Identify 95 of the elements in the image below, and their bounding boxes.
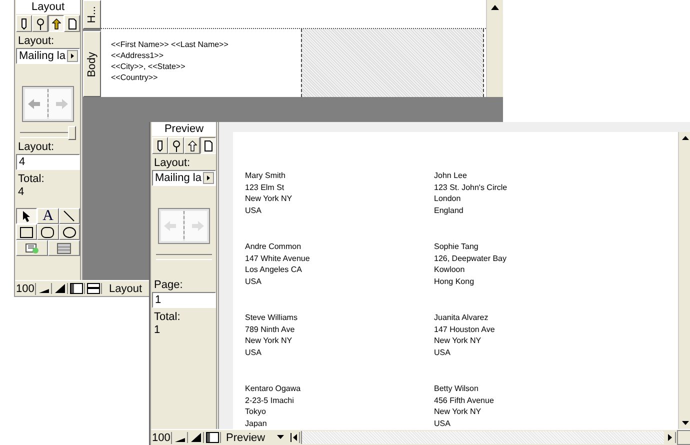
label-line: 123 St. John's Circle xyxy=(434,182,508,193)
scroll-up-icon[interactable] xyxy=(682,136,688,140)
label-line: New York NY xyxy=(245,193,292,204)
rounded-rectangle-icon xyxy=(41,226,54,238)
zoom-out-icon[interactable] xyxy=(173,432,188,443)
caret-icon xyxy=(67,50,78,62)
zoom-level[interactable]: 100 xyxy=(151,432,172,444)
label-line: New York NY xyxy=(434,406,482,418)
label-line: Los Angeles CA xyxy=(245,264,302,276)
layout-label: Layout: xyxy=(154,158,192,169)
label-line: Andre Common xyxy=(245,241,302,252)
merge-field[interactable]: <<Country>> xyxy=(111,72,158,83)
label-line: Kentaro Ogawa xyxy=(245,383,301,394)
horizontal-scrollbar[interactable] xyxy=(301,431,664,444)
total-label: Total: xyxy=(154,312,182,323)
page-icon xyxy=(204,140,212,152)
total-count: 4 xyxy=(18,186,26,198)
book-icon xyxy=(158,208,210,244)
tool-button[interactable] xyxy=(16,208,38,224)
rectangle-icon xyxy=(20,226,34,238)
layout-menu[interactable]: Mailing la xyxy=(16,48,80,64)
label-line: USA xyxy=(434,418,450,429)
scroll-down-icon[interactable] xyxy=(682,421,688,425)
mode-button[interactable] xyxy=(48,15,64,32)
record-label: Layout: xyxy=(18,142,56,153)
total-count: 1 xyxy=(154,324,162,336)
label-line: Kowloon xyxy=(434,264,465,276)
merge-field[interactable]: <<Address1>> xyxy=(111,50,164,61)
merge-field[interactable]: <<First Name>> <<Last Name>> xyxy=(111,39,228,50)
mode-label: Layout xyxy=(108,282,142,294)
label-line: New York NY xyxy=(434,335,482,346)
label-line: Japan xyxy=(245,418,267,429)
label-line: 126, Deepwater Bay xyxy=(434,252,506,264)
label-line: Mary Smith xyxy=(245,170,286,182)
status-toggle-icon[interactable] xyxy=(69,283,85,294)
vertical-scrollbar[interactable] xyxy=(486,0,503,97)
label-line: Hong Kong xyxy=(434,276,474,287)
label-line: England xyxy=(434,204,464,216)
label-line: John Lee xyxy=(434,170,467,182)
zoom-out-icon[interactable] xyxy=(37,283,52,294)
oval-icon xyxy=(62,226,76,238)
label-line: New York NY xyxy=(245,335,292,346)
label-line: USA xyxy=(245,276,262,287)
mode-title: Preview xyxy=(152,122,216,136)
status-toggle-icon[interactable] xyxy=(205,432,221,443)
label-line: USA xyxy=(245,204,262,216)
label-line: Tokyo xyxy=(245,406,266,418)
line-icon xyxy=(63,210,76,222)
label-line: Betty Wilson xyxy=(434,383,478,394)
label-line: 789 Ninth Ave xyxy=(245,324,295,335)
scroll-right-icon[interactable] xyxy=(665,432,676,443)
label-line: USA xyxy=(245,346,262,358)
label-line: 147 White Avenue xyxy=(245,252,310,264)
part-label[interactable]: H... xyxy=(83,0,101,30)
scroll-left-icon[interactable] xyxy=(289,432,300,443)
part-label[interactable]: Body xyxy=(83,31,101,97)
page-label: Page: xyxy=(154,280,184,291)
pointer-icon xyxy=(22,210,32,222)
pencil-icon xyxy=(156,140,164,152)
zoom-in-icon[interactable] xyxy=(189,432,204,443)
mode-title: Layout xyxy=(16,0,80,14)
zoom-in-icon[interactable] xyxy=(53,283,68,294)
up-arrow-icon xyxy=(52,18,60,30)
label-line: 2-23-5 Imachi xyxy=(245,394,294,406)
scroll-up-icon[interactable] xyxy=(491,5,499,10)
total-label: Total: xyxy=(18,174,46,185)
label-line: 456 Fifth Avenue xyxy=(434,394,494,406)
up-arrow-icon xyxy=(188,140,196,152)
page-field[interactable]: 1 xyxy=(152,292,216,308)
label-line: London xyxy=(434,193,461,204)
vertical-scrollbar[interactable] xyxy=(678,132,690,429)
mode-button[interactable] xyxy=(200,137,216,154)
zoom-level[interactable]: 100 xyxy=(15,282,36,294)
book-icon xyxy=(22,86,74,122)
part-label-icon[interactable] xyxy=(86,283,102,294)
label-line: 147 Houston Ave xyxy=(434,324,495,335)
portal-icon xyxy=(25,242,39,254)
label-line: Sophie Tang xyxy=(434,241,478,252)
caret-icon xyxy=(203,172,214,184)
layout-menu[interactable]: Mailing la xyxy=(152,170,216,186)
page-icon xyxy=(68,18,76,30)
magnifier-icon xyxy=(36,18,44,30)
slider-thumb[interactable] xyxy=(68,126,76,140)
label-line: Juanita Alvarez xyxy=(434,312,488,324)
layout-label: Layout: xyxy=(18,36,56,47)
field-icon xyxy=(57,242,71,254)
merge-field[interactable]: <<City>>, <<State>> xyxy=(111,61,186,72)
pencil-icon xyxy=(20,18,28,30)
label-line: Steve Williams xyxy=(245,312,298,324)
magnifier-icon xyxy=(172,140,180,152)
caret-icon xyxy=(277,435,284,440)
label-line: USA xyxy=(434,346,450,358)
record-field[interactable]: 4 xyxy=(16,154,80,170)
label-line: 123 Elm St xyxy=(245,182,284,193)
text-tool-button[interactable]: A xyxy=(37,208,59,224)
